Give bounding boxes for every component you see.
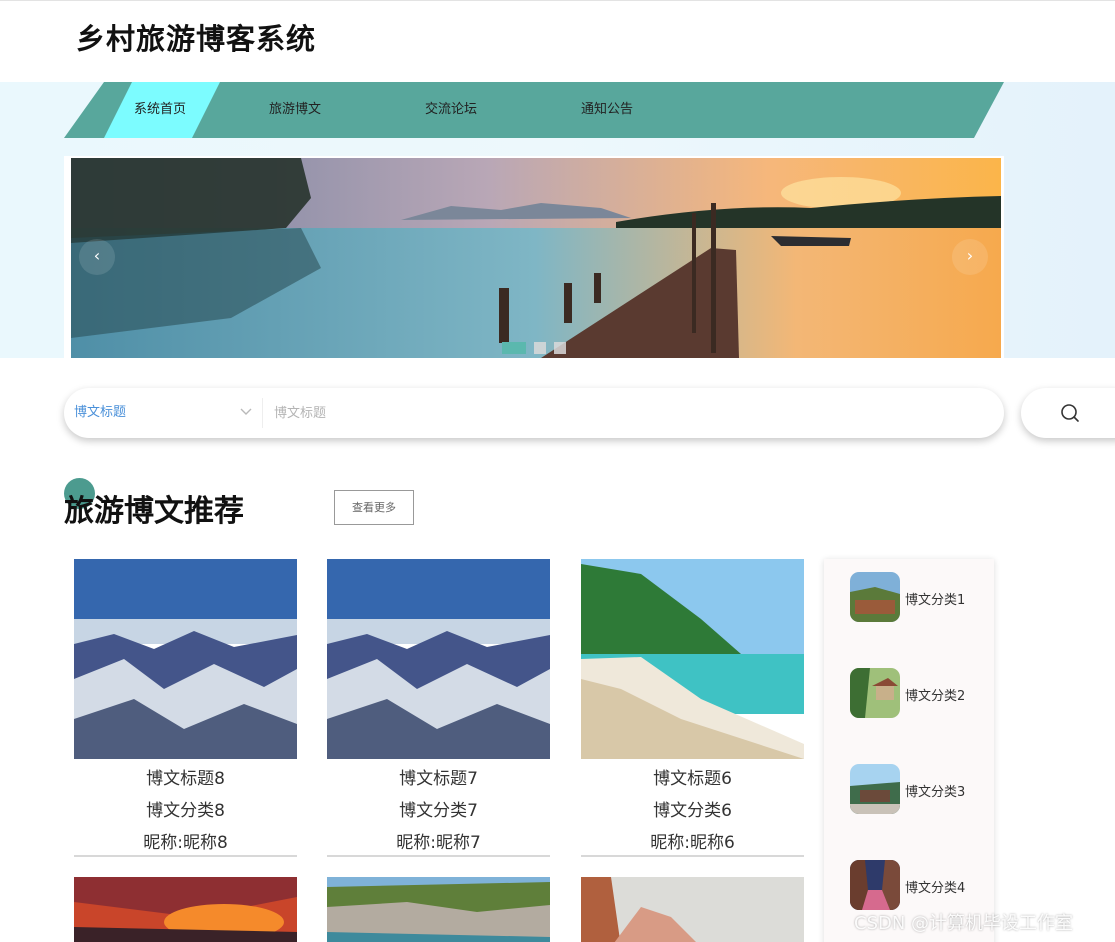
post-title[interactable]: 博文标题7 xyxy=(327,764,550,789)
category-item[interactable]: 博文分类3 xyxy=(850,764,990,814)
banner-prev-button[interactable]: ‹ xyxy=(79,239,115,275)
post-category: 博文分类6 xyxy=(653,801,732,821)
category-thumbnail xyxy=(850,668,900,718)
chevron-right-icon: › xyxy=(966,246,974,265)
carousel-dot[interactable] xyxy=(502,342,526,354)
banner-image xyxy=(71,158,1001,358)
carousel-dot[interactable] xyxy=(554,342,566,354)
chevron-down-icon[interactable] xyxy=(239,404,253,418)
card-divider xyxy=(327,855,550,857)
carousel-dot[interactable] xyxy=(534,342,546,354)
post-title[interactable]: 博文标题8 xyxy=(74,764,297,789)
site-title: 乡村旅游博客系统 xyxy=(76,22,317,56)
nav-item-notices[interactable]: 通知公告 xyxy=(581,82,633,138)
category-label: 博文分类1 xyxy=(905,593,966,608)
category-label: 博文分类4 xyxy=(905,881,966,896)
section-title: 旅游博文推荐 xyxy=(64,494,244,529)
post-nickname: 昵称:昵称8 xyxy=(143,833,228,853)
nav-item-travel-blogs[interactable]: 旅游博文 xyxy=(269,82,321,138)
post-image[interactable] xyxy=(327,877,550,942)
category-thumbnail xyxy=(850,764,900,814)
search-field-select[interactable]: 博文标题 xyxy=(74,388,260,438)
nav-item-home[interactable]: 系统首页 xyxy=(134,82,186,138)
top-border xyxy=(0,0,1115,1)
search-input[interactable] xyxy=(274,399,974,427)
post-image[interactable] xyxy=(74,877,297,942)
category-item[interactable]: 博文分类2 xyxy=(850,668,990,718)
post-nickname: 昵称:昵称7 xyxy=(396,833,481,853)
post-title[interactable]: 博文标题6 xyxy=(581,764,804,789)
post-image[interactable] xyxy=(74,559,297,759)
search-icon[interactable] xyxy=(1059,402,1081,424)
nav-item-forum[interactable]: 交流论坛 xyxy=(425,82,477,138)
post-nickname: 昵称:昵称6 xyxy=(650,833,735,853)
view-more-button[interactable]: 查看更多 xyxy=(334,490,414,525)
post-image[interactable] xyxy=(327,559,550,759)
post-category: 博文分类7 xyxy=(399,801,478,821)
chevron-left-icon: ‹ xyxy=(93,246,101,265)
category-thumbnail xyxy=(850,572,900,622)
category-item[interactable]: 博文分类1 xyxy=(850,572,990,622)
search-divider xyxy=(262,398,263,428)
banner-next-button[interactable]: › xyxy=(952,239,988,275)
category-label: 博文分类2 xyxy=(905,689,966,704)
post-image[interactable] xyxy=(581,559,804,759)
card-divider xyxy=(74,855,297,857)
watermark: CSDN @计算机毕设工作室 xyxy=(854,913,1074,934)
post-image[interactable] xyxy=(581,877,804,942)
category-thumbnail xyxy=(850,860,900,910)
post-category: 博文分类8 xyxy=(146,801,225,821)
category-item[interactable]: 博文分类4 xyxy=(850,860,990,910)
card-divider xyxy=(581,855,804,857)
category-label: 博文分类3 xyxy=(905,785,966,800)
